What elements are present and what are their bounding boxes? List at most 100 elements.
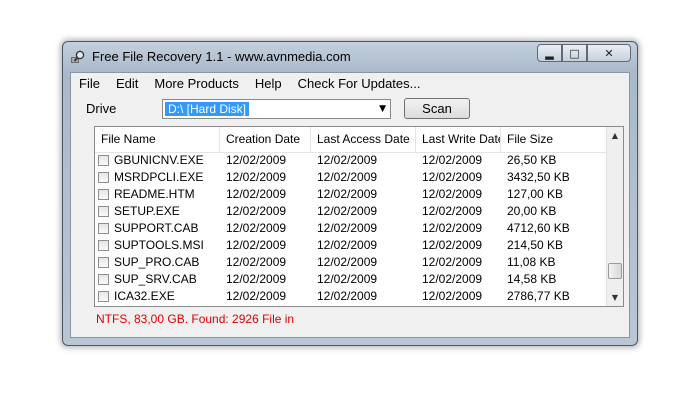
- title-bar[interactable]: Free File Recovery 1.1 - www.avnmedia.co…: [63, 42, 637, 72]
- menu-edit[interactable]: Edit: [108, 73, 146, 95]
- last-access-date: 12/02/2009: [317, 289, 378, 303]
- list-rows: GBUNICNV.EXE 12/02/2009 12/02/2009 12/02…: [95, 152, 607, 305]
- table-row[interactable]: SUPPORT.CAB 12/02/2009 12/02/2009 12/02/…: [95, 220, 607, 237]
- file-name: SUPPORT.CAB: [114, 221, 199, 235]
- file-name: SUP_PRO.CAB: [114, 255, 200, 269]
- menu-check-updates[interactable]: Check For Updates...: [290, 73, 429, 95]
- file-name-cell: SUP_PRO.CAB: [95, 254, 220, 271]
- creation-date: 12/02/2009: [226, 238, 287, 252]
- row-checkbox[interactable]: [98, 291, 109, 302]
- file-name-cell: SUPTOOLS.MSI: [95, 237, 220, 254]
- file-name-cell: SETUP.EXE: [95, 203, 220, 220]
- last-write-date: 12/02/2009: [422, 170, 483, 184]
- table-row[interactable]: GBUNICNV.EXE 12/02/2009 12/02/2009 12/02…: [95, 152, 607, 169]
- file-name: README.HTM: [114, 187, 195, 201]
- row-checkbox[interactable]: [98, 155, 109, 166]
- file-name-cell: SUPPORT.CAB: [95, 220, 220, 237]
- file-name: SUP_SRV.CAB: [114, 272, 197, 286]
- row-checkbox[interactable]: [98, 257, 109, 268]
- scan-button[interactable]: Scan: [404, 98, 470, 119]
- file-name-cell: README.HTM: [95, 186, 220, 203]
- minimize-icon: ▂: [545, 46, 554, 60]
- creation-date: 12/02/2009: [226, 153, 287, 167]
- vertical-scrollbar[interactable]: ▲ ▼: [606, 127, 623, 306]
- file-name: SETUP.EXE: [114, 204, 180, 218]
- magnifier-icon: [71, 50, 85, 63]
- menu-bar: File Edit More Products Help Check For U…: [71, 73, 629, 95]
- menu-file[interactable]: File: [71, 73, 108, 95]
- file-size: 4712,60 KB: [507, 221, 570, 235]
- file-name: GBUNICNV.EXE: [114, 153, 204, 167]
- last-write-date: 12/02/2009: [422, 255, 483, 269]
- maximize-button[interactable]: □: [562, 44, 587, 62]
- file-name: SUPTOOLS.MSI: [114, 238, 204, 252]
- creation-date: 12/02/2009: [226, 272, 287, 286]
- window-title: Free File Recovery 1.1 - www.avnmedia.co…: [92, 49, 351, 64]
- table-row[interactable]: SUPTOOLS.MSI 12/02/2009 12/02/2009 12/02…: [95, 237, 607, 254]
- last-write-date: 12/02/2009: [422, 272, 483, 286]
- table-row[interactable]: MSRDPCLI.EXE 12/02/2009 12/02/2009 12/02…: [95, 169, 607, 186]
- table-row[interactable]: SETUP.EXE 12/02/2009 12/02/2009 12/02/20…: [95, 203, 607, 220]
- last-access-date: 12/02/2009: [317, 238, 378, 252]
- last-access-date: 12/02/2009: [317, 221, 378, 235]
- last-access-date: 12/02/2009: [317, 170, 378, 184]
- file-size: 3432,50 KB: [507, 170, 570, 184]
- last-access-date: 12/02/2009: [317, 204, 378, 218]
- creation-date: 12/02/2009: [226, 255, 287, 269]
- table-row[interactable]: SUP_SRV.CAB 12/02/2009 12/02/2009 12/02/…: [95, 271, 607, 288]
- drive-selected-value: D:\ [Hard Disk]: [165, 102, 250, 116]
- table-row[interactable]: SUP_PRO.CAB 12/02/2009 12/02/2009 12/02/…: [95, 254, 607, 271]
- file-name-cell: SUP_SRV.CAB: [95, 271, 220, 288]
- last-access-date: 12/02/2009: [317, 187, 378, 201]
- table-row[interactable]: ICA32.EXE 12/02/2009 12/02/2009 12/02/20…: [95, 288, 607, 305]
- list-header: File Name Creation Date Last Access Date…: [95, 127, 607, 153]
- last-access-date: 12/02/2009: [317, 153, 378, 167]
- creation-date: 12/02/2009: [226, 187, 287, 201]
- file-size: 11,08 KB: [507, 255, 556, 269]
- column-header-file-name[interactable]: File Name: [95, 127, 220, 152]
- file-name: ICA32.EXE: [114, 289, 175, 303]
- file-name-cell: ICA32.EXE: [95, 288, 220, 305]
- last-write-date: 12/02/2009: [422, 204, 483, 218]
- last-write-date: 12/02/2009: [422, 238, 483, 252]
- row-checkbox[interactable]: [98, 172, 109, 183]
- file-size: 127,00 KB: [507, 187, 564, 201]
- creation-date: 12/02/2009: [226, 170, 287, 184]
- file-list[interactable]: File Name Creation Date Last Access Date…: [94, 126, 624, 307]
- row-checkbox[interactable]: [98, 206, 109, 217]
- column-header-creation-date[interactable]: Creation Date: [220, 127, 311, 152]
- chevron-down-icon[interactable]: ▼: [379, 104, 386, 114]
- column-header-file-size[interactable]: File Size: [501, 127, 607, 152]
- column-header-last-access-date[interactable]: Last Access Date: [311, 127, 416, 152]
- last-write-date: 12/02/2009: [422, 187, 483, 201]
- file-size: 14,58 KB: [507, 272, 557, 286]
- file-size: 26,50 KB: [507, 153, 557, 167]
- drive-label: Drive: [86, 101, 117, 116]
- last-write-date: 12/02/2009: [422, 153, 483, 167]
- row-checkbox[interactable]: [98, 240, 109, 251]
- menu-more-products[interactable]: More Products: [146, 73, 247, 95]
- scroll-up-icon[interactable]: ▲: [607, 127, 623, 144]
- client-area: File Edit More Products Help Check For U…: [70, 72, 630, 338]
- scroll-down-icon[interactable]: ▼: [607, 289, 623, 306]
- last-access-date: 12/02/2009: [317, 255, 378, 269]
- minimize-button[interactable]: ▂: [537, 44, 562, 62]
- creation-date: 12/02/2009: [226, 204, 287, 218]
- column-header-last-write-date[interactable]: Last Write Date: [416, 127, 501, 152]
- last-write-date: 12/02/2009: [422, 289, 483, 303]
- table-row[interactable]: README.HTM 12/02/2009 12/02/2009 12/02/2…: [95, 186, 607, 203]
- file-name-cell: GBUNICNV.EXE: [95, 152, 220, 169]
- row-checkbox[interactable]: [98, 274, 109, 285]
- close-button[interactable]: ✕: [587, 44, 631, 62]
- file-size: 214,50 KB: [507, 238, 564, 252]
- caption-buttons: ▂ □ ✕: [537, 44, 631, 62]
- app-window: Free File Recovery 1.1 - www.avnmedia.co…: [62, 41, 638, 346]
- row-checkbox[interactable]: [98, 223, 109, 234]
- file-size: 2786,77 KB: [507, 289, 570, 303]
- row-checkbox[interactable]: [98, 189, 109, 200]
- menu-help[interactable]: Help: [247, 73, 290, 95]
- file-name-cell: MSRDPCLI.EXE: [95, 169, 220, 186]
- creation-date: 12/02/2009: [226, 289, 287, 303]
- scrollbar-thumb[interactable]: [608, 263, 622, 279]
- drive-select[interactable]: D:\ [Hard Disk] ▼: [162, 99, 391, 119]
